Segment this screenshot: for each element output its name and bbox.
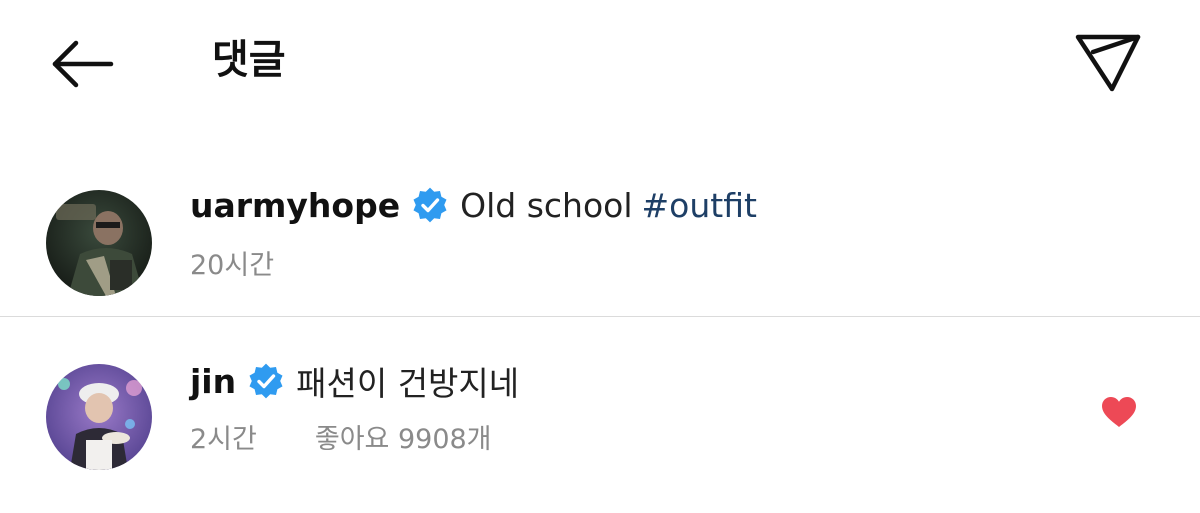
heart-icon bbox=[1102, 397, 1136, 427]
timestamp: 20시간 bbox=[190, 249, 275, 281]
comment-text: Old school bbox=[460, 185, 633, 225]
share-button[interactable] bbox=[1066, 22, 1150, 100]
divider bbox=[0, 316, 1200, 317]
verified-badge-icon bbox=[248, 363, 284, 399]
page-title: 댓글 bbox=[212, 37, 286, 83]
hashtag-link[interactable]: #outfit bbox=[642, 186, 757, 225]
comment-meta: 2시간 좋아요 9908개 bbox=[190, 416, 492, 456]
comment-text: 패션이 건방지네 bbox=[296, 364, 520, 403]
comment-item: uarmyhope Old school #outfit 20시간 bbox=[0, 170, 1200, 315]
comment-header: uarmyhope Old school #outfit bbox=[190, 182, 757, 228]
username[interactable]: uarmyhope bbox=[190, 186, 400, 225]
paper-plane-icon bbox=[1075, 34, 1141, 92]
back-button[interactable] bbox=[40, 30, 124, 98]
comment-meta: 20시간 bbox=[190, 242, 274, 282]
likes-count[interactable]: 좋아요 9908개 bbox=[315, 417, 492, 456]
timestamp: 2시간 bbox=[190, 423, 257, 455]
verified-badge-icon bbox=[412, 187, 448, 223]
comment-item: jin 패션이 건방지네 2시간 좋아요 9908개 bbox=[0, 320, 1200, 500]
avatar[interactable] bbox=[46, 364, 152, 470]
top-bar: 댓글 bbox=[0, 0, 1200, 125]
avatar[interactable] bbox=[46, 190, 152, 296]
username[interactable]: jin bbox=[190, 362, 236, 401]
arrow-left-icon bbox=[52, 40, 114, 88]
comment-header: jin 패션이 건방지네 bbox=[190, 358, 519, 404]
like-button[interactable] bbox=[1098, 392, 1140, 432]
